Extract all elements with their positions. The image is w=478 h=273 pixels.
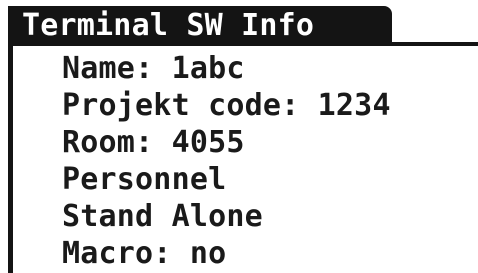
info-list: Name: 1abc Projekt code: 1234 Room: 4055…	[62, 50, 391, 272]
name-line: Name: 1abc	[62, 51, 245, 86]
panel-title-tab: Terminal SW Info	[8, 6, 392, 44]
macro-line: Macro: no	[62, 236, 227, 271]
panel-top-border	[8, 42, 478, 46]
panel-left-border	[8, 6, 13, 273]
terminal-sw-info-panel: Terminal SW Info Name: 1abc Projekt code…	[0, 0, 478, 273]
personnel-line: Personnel	[62, 162, 227, 197]
panel-title: Terminal SW Info	[22, 8, 315, 43]
room-line: Room: 4055	[62, 125, 245, 160]
stand-alone-line: Stand Alone	[62, 199, 263, 234]
project-code-line: Projekt code: 1234	[62, 88, 391, 123]
